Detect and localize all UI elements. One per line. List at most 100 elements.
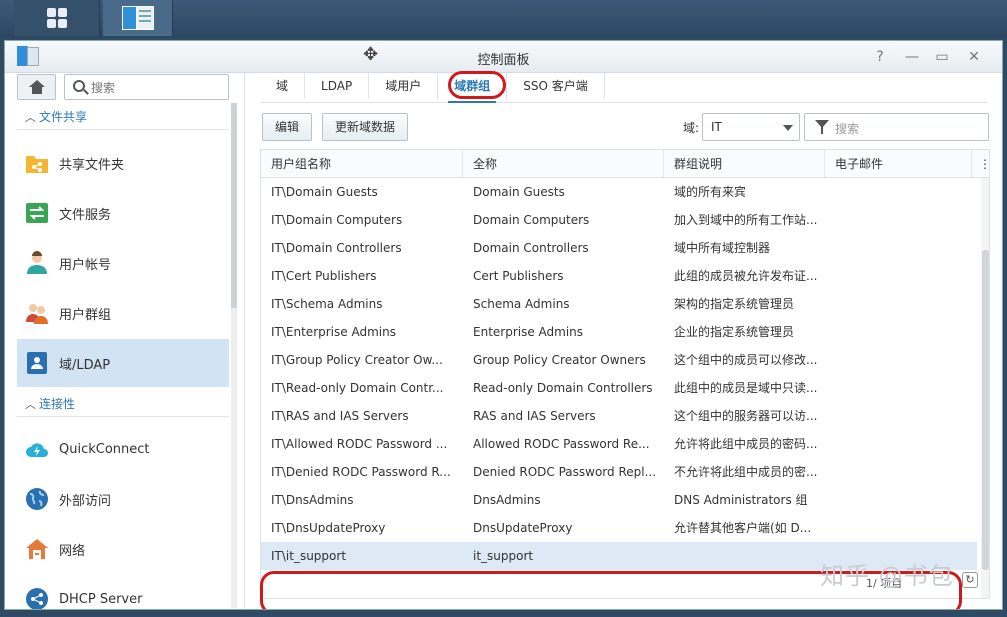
grid-icon [46, 8, 67, 28]
sidebar-search[interactable] [64, 74, 229, 100]
table-scrollbar[interactable] [981, 178, 989, 598]
table-cell: Allowed RODC Password Re... [473, 437, 650, 451]
groups-table: 用户组名称 全称 群组说明 电子邮件 ⋮ IT\Domain Guests Dom… [260, 149, 990, 599]
tab-ldap[interactable]: LDAP [305, 73, 370, 99]
table-cell: IT\Denied RODC Password R... [271, 465, 451, 479]
table-row[interactable]: IT\Allowed RODC Password ... Allowed RODC… [261, 430, 977, 458]
table-cell [825, 178, 972, 206]
table-row[interactable]: IT\RAS and IAS Servers RAS and IAS Server… [261, 402, 977, 430]
table-row[interactable]: IT\Enterprise Admins Enterprise Admins 企业的… [261, 318, 977, 346]
table-cell: 允许将此组中成员的密码... [674, 437, 818, 451]
refresh-icon[interactable]: ↻ [962, 572, 978, 588]
column-header-description[interactable]: 群组说明 [664, 150, 825, 178]
domain-select[interactable]: IT [702, 113, 800, 141]
close-button[interactable]: ✕ [963, 47, 985, 67]
tab-domain-users[interactable]: 域用户 [369, 73, 439, 99]
sidebar-item-user-account[interactable]: 用户帐号 [17, 239, 229, 287]
table-row[interactable]: IT\Domain Controllers Domain Controllers 域… [261, 234, 977, 262]
table-row[interactable]: IT\Cert Publishers Cert Publishers 此组的成员被允… [261, 262, 977, 290]
taskbar [0, 0, 1007, 38]
table-row[interactable]: IT\Read-only Domain Contr... Read-only Do… [261, 374, 977, 402]
table-row[interactable]: IT\Denied RODC Password R... Denied RODC … [261, 458, 977, 486]
table-cell: 域的所有来宾 [674, 185, 747, 199]
table-cell [825, 430, 972, 458]
table-cell: 不允许将此组中成员的密... [674, 465, 818, 479]
watermark: 知乎 @书包 [820, 562, 954, 590]
table-cell: IT\Enterprise Admins [271, 325, 396, 339]
column-header-email[interactable]: 电子邮件 [825, 150, 972, 178]
sidebar-item-user-group[interactable]: 用户群组 [17, 289, 229, 337]
table-cell: DnsAdmins [473, 493, 541, 507]
sidebar-search-input[interactable] [91, 79, 221, 96]
column-menu-icon[interactable]: ⋮ [972, 150, 989, 178]
column-header-group-name[interactable]: 用户组名称 [261, 150, 463, 178]
sidebar-item-domain-ldap[interactable]: 域/LDAP [17, 339, 229, 387]
user-icon [25, 251, 49, 275]
table-cell: Cert Publishers [473, 269, 564, 283]
sidebar-item-shared-folder[interactable]: 共享文件夹 [17, 139, 229, 187]
section-file-sharing[interactable]: ︿ 文件共享 [17, 108, 229, 130]
sidebar-item-dhcp-server[interactable]: DHCP Server [17, 575, 229, 609]
table-row[interactable]: IT\Domain Guests Domain Guests 域的所有来宾 [261, 178, 977, 206]
edit-button[interactable]: 编辑 [262, 113, 313, 141]
file-services-icon [25, 201, 49, 225]
table-cell: Enterprise Admins [473, 325, 584, 339]
table-cell: IT\RAS and IAS Servers [271, 409, 409, 423]
minimize-button[interactable]: — [901, 47, 923, 67]
update-domain-data-button[interactable]: 更新域数据 [322, 113, 409, 141]
shared-folder-icon [25, 151, 49, 175]
table-cell: RAS and IAS Servers [473, 409, 596, 423]
help-button[interactable]: ? [869, 47, 891, 67]
table-row[interactable]: IT\Group Policy Creator Ow... Group Polic… [261, 346, 977, 374]
sidebar-item-file-services[interactable]: 文件服务 [17, 189, 229, 237]
chevron-down-icon [783, 125, 793, 131]
sidebar-item-quickconnect[interactable]: QuickConnect [17, 425, 229, 473]
table-row[interactable]: IT\DnsAdmins DnsAdmins DNS Administrators … [261, 486, 977, 514]
taskbar-control-panel-button[interactable] [103, 0, 173, 36]
table-cell: 这个组中的服务器可以访... [674, 409, 818, 423]
maximize-button[interactable]: ▭ [931, 47, 953, 67]
table-cell: 此组的成员被允许发布证... [674, 269, 818, 283]
table-cell: IT\Cert Publishers [271, 269, 377, 283]
table-cell: 这个组中的成员可以修改... [674, 353, 818, 367]
sidebar-item-external-access[interactable]: 外部访问 [17, 475, 229, 523]
column-header-full-name[interactable]: 全称 [463, 150, 664, 178]
table-header: 用户组名称 全称 群组说明 电子邮件 ⋮ [261, 150, 989, 178]
quickconnect-icon [25, 437, 49, 461]
section-connectivity[interactable]: ︿ 连接性 [17, 395, 229, 417]
tab-domain[interactable]: 域 [260, 73, 306, 99]
table-cell: IT\Domain Controllers [271, 241, 402, 255]
home-button[interactable] [17, 74, 56, 100]
table-cell: 企业的指定系统管理员 [674, 325, 795, 339]
table-cell: IT\DnsUpdateProxy [271, 521, 386, 535]
table-cell: Denied RODC Password Repl... [473, 465, 657, 479]
table-cell: Domain Computers [473, 213, 590, 227]
table-cell: 允许替其他客户端(如 D... [674, 521, 812, 535]
table-cell: Domain Controllers [473, 241, 589, 255]
sidebar-scrollbar[interactable] [231, 103, 237, 608]
table-cell: 域中所有域控制器 [674, 241, 771, 255]
network-house-icon [25, 537, 49, 561]
globe-icon [25, 487, 49, 511]
table-cell: IT\DnsAdmins [271, 493, 354, 507]
table-cell: Group Policy Creator Owners [473, 353, 646, 367]
table-cell: 架构的指定系统管理员 [674, 297, 795, 311]
table-cell [825, 486, 972, 514]
title-bar[interactable]: 控制面板 ✥ ? — ▭ ✕ [5, 41, 1002, 73]
table-row[interactable]: IT\Schema Admins Schema Admins 架构的指定系统管理员 [261, 290, 977, 318]
table-cell [825, 290, 972, 318]
table-search[interactable]: 搜索 [804, 113, 989, 141]
dhcp-server-icon [25, 587, 49, 609]
table-cell [825, 374, 972, 402]
main-menu-button[interactable] [14, 0, 100, 36]
sidebar-item-network[interactable]: 网络 [17, 525, 229, 573]
table-cell: IT\Group Policy Creator Ow... [271, 353, 443, 367]
chevron-up-icon: ︿ [25, 398, 36, 411]
tab-sso-client[interactable]: SSO 客户端 [507, 73, 605, 99]
table-row[interactable]: IT\DnsUpdateProxy DnsUpdateProxy 允许替其他客户端(… [261, 514, 977, 542]
table-cell: DnsUpdateProxy [473, 521, 573, 535]
tab-bar: 域 LDAP 域用户 域群组 SSO 客户端 [260, 73, 988, 103]
domain-ldap-icon [25, 351, 49, 375]
table-cell [825, 206, 972, 234]
table-row[interactable]: IT\Domain Computers Domain Computers 加入到域中… [261, 206, 977, 234]
